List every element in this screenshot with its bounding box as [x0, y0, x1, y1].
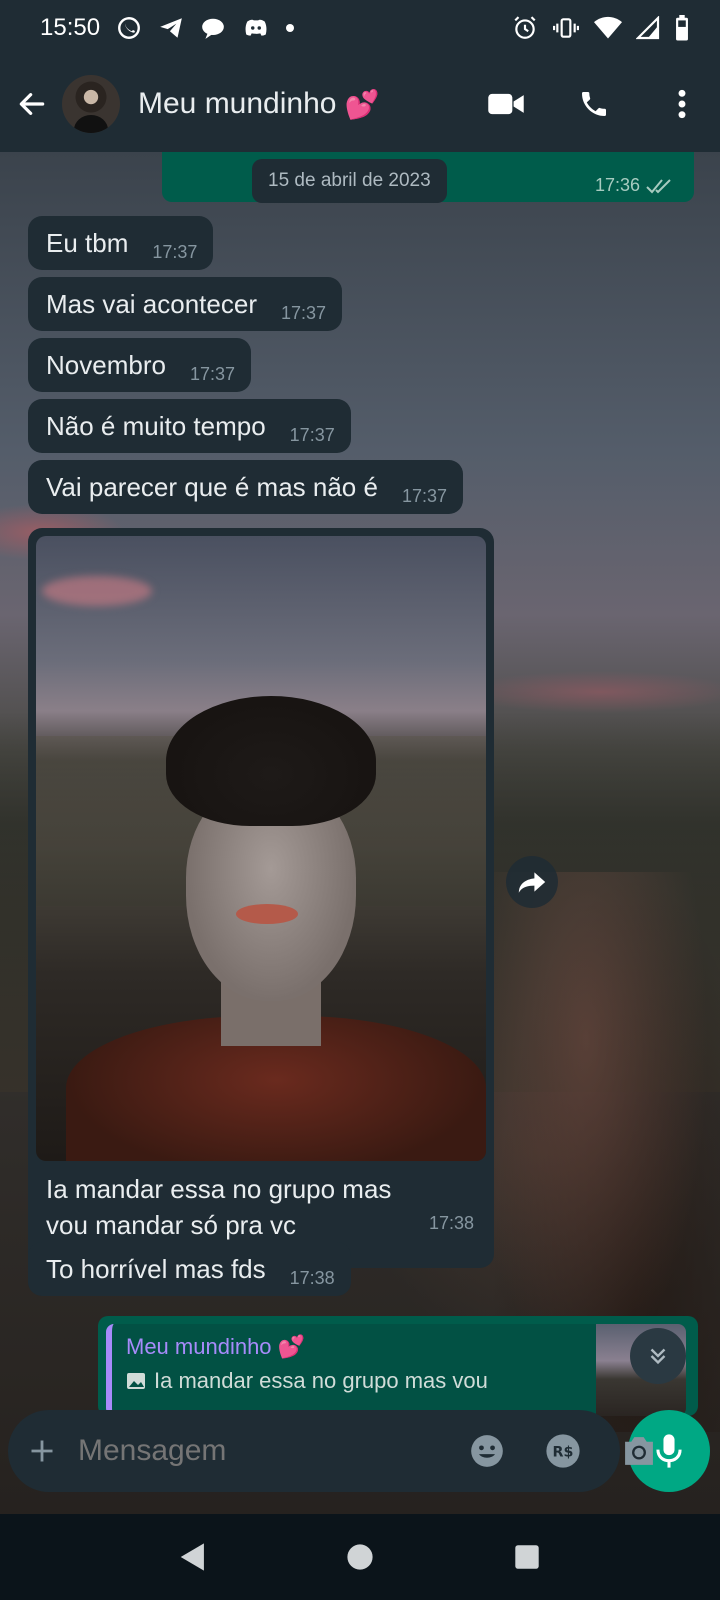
image-message[interactable]: Ia mandar essa no grupo mas vou mandar s…	[28, 528, 494, 1268]
more-options-button[interactable]	[662, 84, 702, 124]
message-text: Mas vai acontecer	[46, 288, 257, 319]
message-time: 17:37	[189, 364, 235, 384]
incoming-message[interactable]: Mas vai acontecer 17:37	[28, 277, 343, 331]
message-time: 17:38	[428, 1213, 474, 1233]
payment-real-icon: R$	[546, 1434, 580, 1468]
camera-button[interactable]	[616, 1428, 662, 1474]
message-time: 17:38	[289, 1268, 335, 1288]
message-time: 17:37	[401, 486, 447, 506]
composer-bar: R$	[0, 1388, 720, 1514]
dot-icon	[286, 24, 295, 32]
message-text: Não é muito tempo	[46, 410, 266, 441]
emoji-button[interactable]	[464, 1428, 510, 1474]
avatar[interactable]	[62, 75, 120, 133]
discord-icon	[242, 15, 270, 41]
plus-icon	[31, 1440, 53, 1462]
message-text: Novembro	[46, 349, 166, 380]
message-text: Eu tbm	[46, 227, 129, 258]
emoji-icon	[471, 1435, 503, 1467]
payment-button[interactable]: R$	[540, 1428, 586, 1474]
battery-icon	[674, 15, 690, 41]
caption-line: Ia mandar essa no grupo mas	[46, 1174, 392, 1204]
phone-icon	[582, 92, 606, 116]
incoming-message[interactable]: Vai parecer que é mas não é 17:37	[28, 460, 463, 514]
photo-caption: Ia mandar essa no grupo mas vou mandar s…	[36, 1161, 486, 1243]
chat-area[interactable]: 17:36 15 de abril de 2023 Eu tbm 17:37 M…	[0, 152, 720, 1514]
date-chip: 15 de abril de 2023	[252, 159, 447, 203]
message-time: 17:37	[152, 242, 198, 262]
incoming-message[interactable]: Não é muito tempo 17:37	[28, 399, 351, 453]
video-call-button[interactable]	[486, 84, 526, 124]
video-call-icon	[488, 93, 524, 115]
attach-button[interactable]	[28, 1431, 56, 1471]
square-recents-icon	[514, 1545, 539, 1569]
forward-icon	[518, 872, 546, 893]
telegram-icon	[158, 15, 184, 41]
arrow-left-icon	[19, 93, 45, 115]
incoming-message[interactable]: To horrível mas fds 17:38	[28, 1242, 351, 1296]
caption-line: vou mandar só pra vc	[46, 1210, 297, 1240]
status-bar: 15:50	[0, 0, 720, 56]
svg-text:R$: R$	[553, 1445, 574, 1461]
contact-name-text: Meu mundinho	[138, 87, 337, 120]
scroll-to-bottom-button[interactable]	[630, 1328, 686, 1384]
message-text: To horrível mas fds	[46, 1253, 266, 1284]
chat-bubble-icon	[200, 15, 226, 41]
quoted-author-name: Meu mundinho	[126, 1334, 272, 1359]
message-time: 17:37	[289, 425, 335, 445]
whatsapp-icon	[116, 15, 142, 41]
two-hearts-emoji: 💕	[344, 88, 380, 120]
double-chevron-down-icon	[650, 1348, 666, 1365]
more-vert-icon	[678, 89, 686, 119]
system-nav-bar	[0, 1514, 720, 1600]
message-text: Vai parecer que é mas não é	[46, 471, 378, 502]
double-check-icon	[646, 178, 671, 193]
camera-icon	[625, 1437, 653, 1465]
nav-recents-button[interactable]	[505, 1535, 549, 1579]
chat-header: Meu mundinho 💕	[0, 56, 720, 152]
voice-call-button[interactable]	[574, 84, 614, 124]
status-time: 15:50	[40, 14, 101, 41]
nav-home-button[interactable]	[338, 1535, 382, 1579]
wifi-icon	[594, 16, 622, 40]
composer[interactable]: R$	[8, 1410, 653, 1492]
forward-button[interactable]	[506, 856, 558, 908]
back-button[interactable]	[12, 84, 52, 124]
triangle-back-icon	[181, 1543, 205, 1571]
message-input[interactable]	[78, 1421, 464, 1481]
contact-name[interactable]: Meu mundinho 💕	[138, 87, 486, 121]
message-time: 17:36	[594, 175, 640, 195]
incoming-message[interactable]: Novembro 17:37	[28, 338, 251, 392]
nav-back-button[interactable]	[171, 1535, 215, 1579]
message-photo[interactable]	[36, 536, 486, 1161]
two-hearts-emoji: 💕	[277, 1334, 305, 1359]
alarm-icon	[512, 15, 538, 41]
circle-home-icon	[347, 1544, 373, 1570]
signal-icon	[636, 16, 660, 40]
incoming-message[interactable]: Eu tbm 17:37	[28, 216, 214, 270]
message-time: 17:37	[280, 303, 327, 323]
vibrate-icon	[552, 15, 580, 41]
quoted-author: Meu mundinho 💕	[126, 1334, 672, 1360]
